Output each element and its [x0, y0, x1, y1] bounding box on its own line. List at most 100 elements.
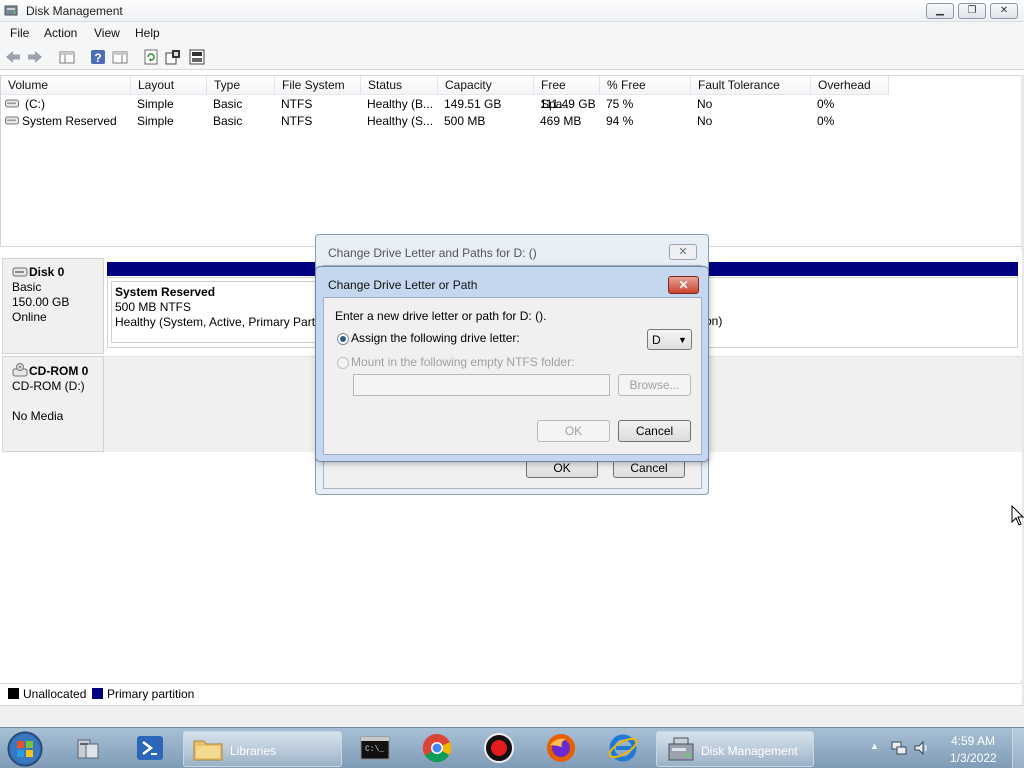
col-header-type[interactable]: Type [207, 76, 275, 95]
refresh-icon[interactable] [142, 48, 160, 66]
minimize-icon: ▁ [936, 5, 944, 16]
tray-time[interactable]: 4:59 AM [951, 734, 995, 748]
col-header-fault-tolerance[interactable]: Fault Tolerance [691, 76, 811, 95]
toolbar: ? [0, 44, 1024, 70]
cell-layout: Simple [137, 97, 174, 111]
minimize-button[interactable]: ▁ [926, 3, 954, 19]
cell-overhead: 0% [817, 97, 835, 111]
show-desktop-button[interactable] [1012, 728, 1024, 768]
ok-button[interactable]: OK [537, 420, 610, 442]
col-header-overhead[interactable]: Overhead [811, 76, 889, 95]
assign-letter-label[interactable]: Assign the following drive letter: [351, 330, 520, 346]
taskbar: Libraries C:\_ Disk Management ▲ 4:59 AM… [0, 727, 1024, 768]
legend-unallocated: Unallocated [23, 687, 87, 701]
cell-type: Basic [213, 97, 243, 111]
cell-status: Healthy (B... [367, 97, 434, 111]
col-header-volume[interactable]: Volume [1, 76, 131, 95]
cell-status: Healthy (S... [367, 114, 434, 128]
close-button[interactable]: ✕ [990, 3, 1018, 19]
cell-free-space: 111.49 GB [540, 97, 596, 111]
close-icon: ✕ [999, 5, 1009, 16]
cell-layout: Simple [137, 114, 174, 128]
taskbar-disk-management[interactable]: Disk Management [656, 731, 814, 767]
drive-icon [5, 116, 19, 125]
assign-letter-radio[interactable] [337, 333, 349, 345]
legend: Unallocated Primary partition [0, 683, 1022, 703]
restore-button[interactable]: ❐ [958, 3, 986, 19]
volume-icon[interactable] [913, 740, 931, 756]
cdrom-0-name: CD-ROM 0 [29, 364, 89, 378]
cancel-button[interactable]: Cancel [618, 420, 691, 442]
dialog-back-close-button[interactable]: ✕ [669, 244, 697, 260]
network-icon[interactable] [890, 740, 908, 756]
server-manager-icon[interactable] [74, 734, 102, 762]
dialog-title: Change Drive Letter or Path [328, 278, 478, 292]
cell-percent-free: 75 % [606, 97, 634, 111]
disk-0-size: 150.00 GB [12, 295, 70, 309]
disk-management-icon [668, 737, 694, 761]
col-header-percent-free[interactable]: % Free [600, 76, 691, 95]
disk-0-label[interactable]: Disk 0 Basic 150.00 GB Online [2, 258, 104, 354]
taskbar-libraries[interactable]: Libraries [183, 731, 342, 767]
mouse-cursor-icon [1011, 505, 1024, 526]
mount-folder-radio[interactable] [337, 357, 349, 369]
partition-name: System Reserved [115, 285, 216, 299]
menu-action[interactable]: Action [44, 26, 77, 40]
back-arrow-icon[interactable] [4, 48, 22, 66]
col-header-capacity[interactable]: Capacity [438, 76, 534, 95]
menu-help[interactable]: Help [135, 26, 160, 40]
console-tree-icon[interactable] [58, 48, 76, 66]
mount-folder-label[interactable]: Mount in the following empty NTFS folder… [351, 354, 574, 370]
cell-percent-free: 94 % [606, 114, 634, 128]
tray-date[interactable]: 1/3/2022 [950, 751, 997, 765]
cell-fault-tolerance: No [697, 114, 713, 128]
partition-system-reserved-box: System Reserved 500 MB NTFS Healthy (Sys… [111, 281, 324, 343]
window-title: Disk Management [26, 4, 123, 18]
cell-file-system: NTFS [281, 97, 313, 111]
internet-explorer-icon[interactable] [608, 733, 638, 763]
start-button[interactable] [6, 730, 44, 768]
forward-arrow-icon[interactable] [26, 48, 44, 66]
col-header-layout[interactable]: Layout [131, 76, 207, 95]
firefox-icon[interactable] [546, 733, 576, 763]
close-icon: ✕ [678, 278, 689, 292]
browse-button[interactable]: Browse... [618, 374, 691, 396]
powershell-icon[interactable] [136, 735, 164, 761]
menu-view[interactable]: View [94, 26, 120, 40]
status-bar [0, 705, 1024, 727]
dialog-body: Enter a new drive letter or path for D: … [323, 297, 702, 455]
menu-file[interactable]: File [10, 26, 29, 40]
cell-volume: System Reserved [22, 114, 117, 128]
svg-text:?: ? [94, 51, 101, 65]
unallocated-swatch [8, 688, 19, 699]
disk-management-icon [4, 5, 18, 16]
col-header-free-space[interactable]: Free Spa... [534, 76, 600, 111]
menu-bar: File Action View Help [0, 22, 1024, 44]
disk-list-icon[interactable] [188, 48, 206, 66]
cell-type: Basic [213, 114, 243, 128]
help-icon[interactable]: ? [89, 48, 107, 66]
cdrom-icon [12, 363, 28, 377]
properties-pane-icon[interactable] [111, 48, 129, 66]
taskbar-libraries-label: Libraries [230, 744, 277, 758]
chrome-icon[interactable] [422, 733, 452, 763]
settings-icon[interactable] [164, 48, 182, 66]
change-drive-letter-dialog: Change Drive Letter or Path ✕ Enter a ne… [315, 266, 709, 462]
col-header-file-system[interactable]: File System [275, 76, 361, 95]
hard-disk-icon [12, 267, 28, 277]
chevron-down-icon: ▼ [678, 335, 687, 345]
col-header-status[interactable]: Status [361, 76, 438, 95]
disk-0-type: Basic [12, 280, 42, 294]
mount-folder-input[interactable] [353, 374, 610, 396]
volume-list: Volume Layout Type File System Status Ca… [0, 75, 1022, 247]
svg-text:C:\_: C:\_ [365, 745, 384, 754]
command-prompt-icon[interactable]: C:\_ [360, 735, 390, 761]
show-hidden-icons-icon[interactable]: ▲ [870, 741, 879, 751]
drive-icon [5, 99, 19, 108]
dialog-close-button[interactable]: ✕ [668, 276, 699, 294]
drive-letter-select[interactable]: D ▼ [647, 329, 692, 350]
cell-file-system: NTFS [281, 114, 313, 128]
cdrom-0-label[interactable]: CD-ROM 0 CD-ROM (D:) No Media [2, 356, 104, 452]
record-icon[interactable] [484, 733, 514, 763]
dialog-prompt: Enter a new drive letter or path for D: … [335, 309, 547, 323]
